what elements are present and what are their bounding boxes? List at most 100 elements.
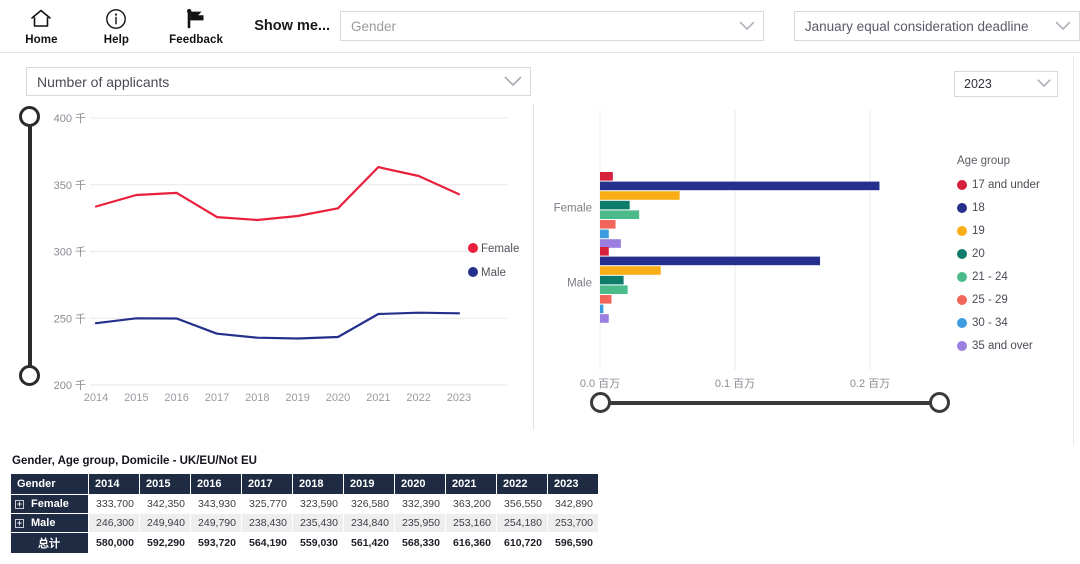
legend-marker-male[interactable] — [468, 267, 478, 277]
bar-female-17-and-under[interactable] — [600, 172, 613, 181]
table-col-header-year[interactable]: 2015 — [139, 473, 191, 495]
bar-male-21-24[interactable] — [600, 285, 628, 294]
table-cell-value: 559,030 — [292, 532, 344, 554]
legend-label-male[interactable]: Male — [481, 267, 506, 279]
table-col-header-year[interactable]: 2023 — [547, 473, 599, 495]
table-col-header-year[interactable]: 2014 — [88, 473, 140, 495]
x-axis-tick-label: 2019 — [285, 392, 309, 404]
table-col-header-year[interactable]: 2022 — [496, 473, 548, 495]
home-button[interactable]: Home — [12, 1, 71, 51]
legend-item-label: 25 - 29 — [972, 293, 1008, 306]
legend-item-25-29[interactable]: 25 - 29 — [957, 288, 1075, 311]
table-cell-value: 325,770 — [241, 494, 293, 514]
age-group-bar-chart: Female Male 0.0 百万 0.1 百万 0.2 百万 — [540, 104, 960, 394]
deadline-dropdown[interactable]: January equal consideration deadline — [793, 11, 1080, 41]
x-axis-tick-label: 2018 — [245, 392, 269, 404]
x-axis-tick-label: 2015 — [124, 392, 148, 404]
bar-category-label: Female — [554, 203, 592, 215]
legend-item-18[interactable]: 18 — [957, 196, 1075, 219]
legend-color-dot — [957, 179, 967, 190]
legend-item-label: 19 — [972, 224, 985, 237]
bar-female-19[interactable] — [600, 191, 680, 200]
bar-male-17-and-under[interactable] — [600, 247, 609, 256]
bar-female-35-and-over[interactable] — [600, 239, 621, 248]
table-row-header[interactable]: 总计 — [10, 532, 89, 554]
table-row-header[interactable]: + Female — [10, 494, 89, 514]
bar-male-20[interactable] — [600, 275, 624, 285]
table-cell-value: 234,840 — [343, 513, 395, 533]
table-col-header-gender[interactable]: Gender — [10, 473, 89, 495]
slider-handle-min[interactable] — [590, 392, 611, 413]
legend-color-dot — [957, 202, 967, 213]
table-col-header-year[interactable]: 2020 — [394, 473, 446, 495]
expand-row-icon[interactable]: + — [15, 518, 24, 528]
legend-marker-female[interactable] — [468, 243, 478, 253]
legend-color-dot — [957, 225, 967, 236]
table-col-header-year[interactable]: 2016 — [190, 473, 242, 495]
table-cell-value: 363,200 — [445, 494, 497, 514]
legend-item-21-24[interactable]: 21 - 24 — [957, 265, 1075, 288]
legend-item-30-34[interactable]: 30 - 34 — [957, 311, 1075, 334]
bar-chart-svg: Female Male 0.0 百万 0.1 百万 0.2 百万 — [554, 110, 890, 390]
table-col-header-year[interactable]: 2021 — [445, 473, 497, 495]
slider-track — [28, 114, 32, 378]
bar-female-20[interactable] — [600, 200, 630, 210]
table-cell-value: 580,000 — [88, 532, 140, 554]
bar-female-30-34[interactable] — [600, 229, 609, 239]
feedback-button-label: Feedback — [169, 33, 223, 46]
x-axis-tick-label: 0.1 百万 — [715, 378, 755, 390]
table-cell-value: 343,930 — [190, 494, 242, 514]
slider-handle-min[interactable] — [19, 365, 40, 386]
table-col-header-year[interactable]: 2017 — [241, 473, 293, 495]
table-row-header[interactable]: + Male — [10, 513, 89, 533]
slider-handle-max[interactable] — [929, 392, 950, 413]
legend-item-35-and-over[interactable]: 35 and over — [957, 334, 1075, 357]
bar-male-35-and-over[interactable] — [600, 314, 609, 323]
table-row: + Female 333,700 342,350 343,930 325,770 323,5… — [10, 494, 599, 514]
y-axis-tick-label: 300 千 — [54, 246, 86, 259]
bar-male-30-34[interactable] — [600, 304, 604, 314]
legend-item-19[interactable]: 19 — [957, 219, 1075, 242]
year-dropdown[interactable]: 2023 — [954, 71, 1058, 97]
home-icon — [30, 7, 52, 31]
applicants-trend-line-chart: 200 千 250 千 300 千 350 千 400 千 2014 2015 2016 201… — [44, 104, 524, 409]
x-axis-tick-label: 2014 — [84, 392, 108, 404]
bar-male-19[interactable] — [600, 266, 661, 275]
expand-row-icon[interactable]: + — [15, 499, 24, 509]
legend-label-female[interactable]: Female — [481, 243, 519, 255]
line-series-female — [94, 166, 461, 222]
y-axis-range-slider[interactable] — [19, 106, 41, 386]
table-head: Gender 2014 2015 2016 2017 2018 2019 2020 2021 20… — [10, 473, 599, 495]
table-cell-value: 616,360 — [445, 532, 497, 554]
bar-female-18[interactable] — [600, 181, 880, 191]
show-me-value: Gender — [351, 18, 397, 34]
legend-color-dot — [957, 271, 967, 282]
show-me-dropdown[interactable]: Gender — [340, 11, 764, 41]
feedback-button[interactable]: Feedback — [162, 1, 230, 51]
table-row-label: Male — [31, 517, 56, 529]
bar-female-25-29[interactable] — [600, 220, 616, 229]
legend-item-17-and-under[interactable]: 17 and under — [957, 173, 1075, 196]
megaphone-icon — [184, 7, 208, 31]
legend-title: Age group — [957, 155, 1011, 167]
bar-male-18[interactable] — [600, 256, 821, 266]
legend-item-label: 35 and over — [972, 339, 1033, 352]
bar-male-25-29[interactable] — [600, 295, 612, 304]
bar-female-21-24[interactable] — [600, 210, 640, 219]
table-col-header-year[interactable]: 2018 — [292, 473, 344, 495]
legend-color-dot — [957, 317, 967, 328]
legend-item-20[interactable]: 20 — [957, 242, 1075, 265]
x-axis-tick-label: 2016 — [164, 392, 188, 404]
legend-items: 17 and under 18 19 20 21 - 24 25 - 29 30 - 34 3… — [957, 173, 1075, 357]
dashboard-app: Home Help Feedback Show me... Gender Jan… — [0, 0, 1080, 564]
x-axis-range-slider[interactable] — [590, 392, 950, 414]
measure-dropdown[interactable]: Number of applicants — [26, 67, 531, 96]
table-cell-value: 254,180 — [496, 513, 548, 533]
help-button[interactable]: Help — [87, 1, 146, 51]
slider-handle-max[interactable] — [19, 106, 40, 127]
panel-divider — [533, 104, 534, 430]
x-axis-tick-label: 0.2 百万 — [850, 378, 890, 390]
table-col-header-year[interactable]: 2019 — [343, 473, 395, 495]
chevron-down-icon — [1055, 19, 1071, 34]
deadline-value: January equal consideration deadline — [804, 18, 1029, 34]
